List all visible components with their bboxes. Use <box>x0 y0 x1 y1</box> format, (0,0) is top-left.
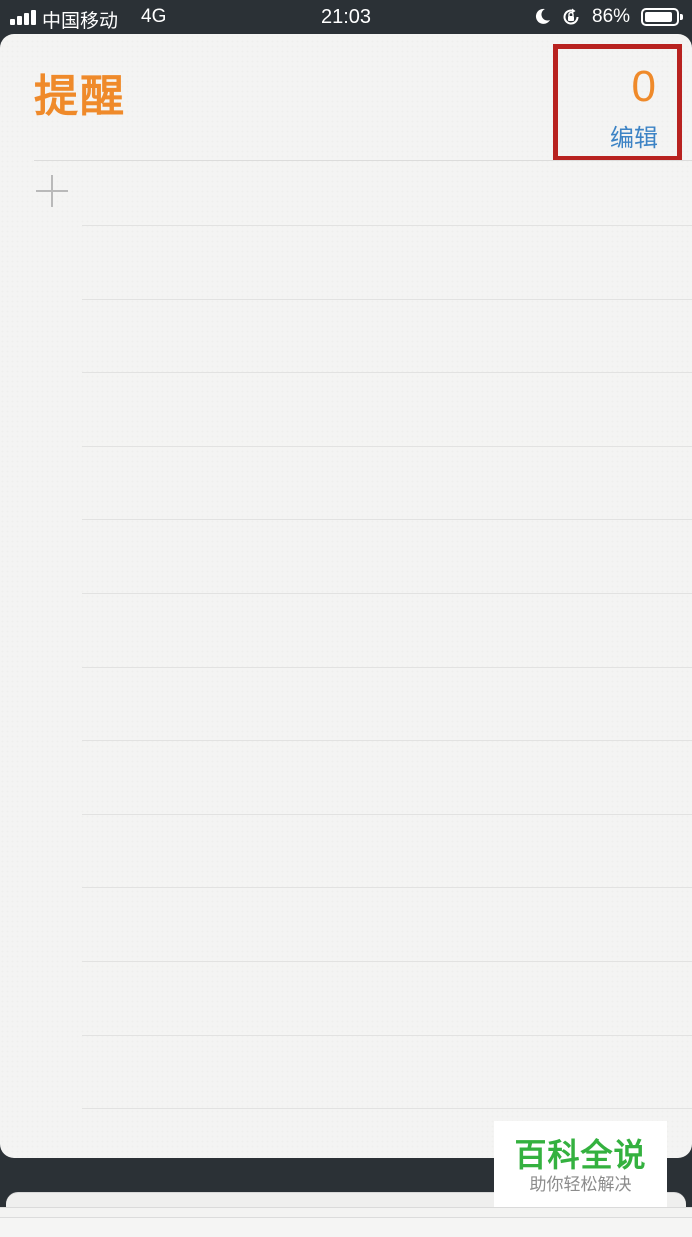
stacked-list-card[interactable] <box>0 1217 692 1237</box>
empty-reminder-row[interactable] <box>82 887 692 889</box>
watermark-subtitle: 助你轻松解决 <box>529 1175 632 1194</box>
empty-reminder-row[interactable] <box>82 298 692 300</box>
rotation-lock-icon <box>563 8 579 25</box>
empty-reminder-row[interactable] <box>82 666 692 668</box>
list-title: 提醒 <box>34 72 126 121</box>
empty-reminder-row[interactable] <box>82 225 692 226</box>
empty-reminder-row[interactable] <box>82 740 692 742</box>
empty-reminder-row[interactable] <box>82 1108 692 1110</box>
empty-reminder-row[interactable] <box>82 372 692 374</box>
reminders-list-card: 提醒 0 编辑 <box>0 34 692 1158</box>
status-bar: 中国移动 4G 21:03 86% <box>0 0 692 34</box>
empty-reminder-row[interactable] <box>82 445 692 447</box>
moon-icon <box>535 8 550 24</box>
empty-reminder-row[interactable] <box>82 519 692 521</box>
highlight-annotation-box <box>553 44 682 161</box>
battery-percentage: 86% <box>592 6 631 27</box>
clock: 21:03 <box>320 6 372 28</box>
empty-reminder-row[interactable] <box>82 961 692 962</box>
watermark-title: 百科全说 <box>514 1137 647 1173</box>
empty-reminder-row[interactable] <box>82 593 692 594</box>
watermark: 百科全说 助你轻松解决 <box>494 1121 667 1207</box>
battery-icon <box>641 8 683 26</box>
plus-icon[interactable] <box>36 175 68 207</box>
empty-reminder-row[interactable] <box>82 1034 692 1036</box>
empty-reminder-row[interactable] <box>82 813 692 815</box>
header-divider <box>34 160 692 161</box>
